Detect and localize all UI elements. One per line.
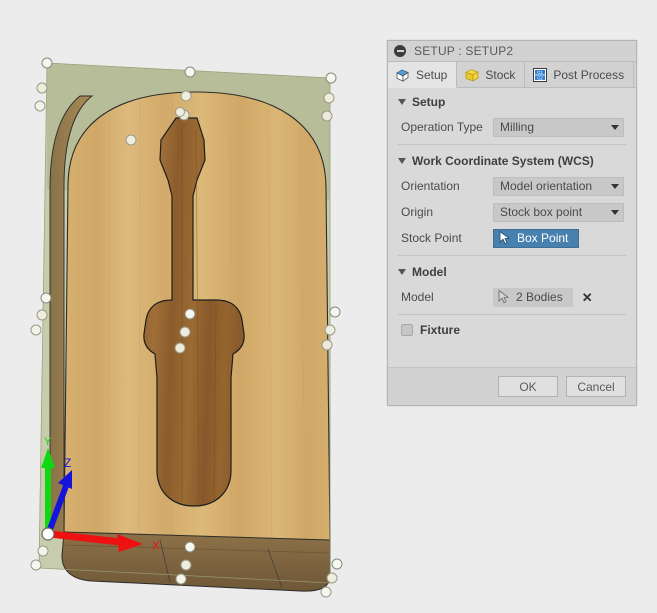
tab-post-process[interactable]: G1 G2 Post Process bbox=[525, 62, 635, 88]
dialog-title: SETUP : SETUP2 bbox=[414, 44, 514, 58]
chevron-down-icon[interactable] bbox=[611, 124, 619, 130]
section-divider-1 bbox=[398, 144, 626, 145]
operation-type-value: Milling bbox=[500, 120, 535, 134]
tab-stock[interactable]: Stock bbox=[457, 62, 526, 88]
origin-value: Stock box point bbox=[500, 205, 583, 219]
box-point-label: Box Point bbox=[517, 231, 569, 245]
model-selection-value: 2 Bodies bbox=[516, 290, 563, 304]
ok-button[interactable]: OK bbox=[498, 376, 558, 397]
section-title-model: Model bbox=[412, 265, 447, 279]
fixture-label: Fixture bbox=[420, 323, 461, 337]
orientation-value: Model orientation bbox=[500, 179, 593, 193]
section-header-wcs[interactable]: Work Coordinate System (WCS) bbox=[388, 147, 636, 173]
chevron-down-icon[interactable] bbox=[611, 209, 619, 215]
axis-label-z: Z bbox=[64, 456, 71, 470]
caret-down-icon[interactable] bbox=[398, 158, 406, 164]
section-title-wcs: Work Coordinate System (WCS) bbox=[412, 154, 594, 168]
dialog-tabs[interactable]: Setup Stock G1 G2 Post Process bbox=[388, 62, 636, 88]
dialog-body: Setup Operation Type Milling Work Coordi… bbox=[388, 88, 636, 367]
row-operation-type: Operation Type Milling bbox=[388, 114, 636, 140]
row-orientation: Orientation Model orientation bbox=[388, 173, 636, 199]
clear-model-selection-icon[interactable]: ✕ bbox=[582, 291, 593, 304]
minus-circle-icon[interactable] bbox=[394, 45, 406, 57]
cursor-arrow-icon bbox=[498, 290, 510, 304]
orientation-label: Orientation bbox=[401, 179, 460, 193]
chevron-down-icon[interactable] bbox=[611, 183, 619, 189]
operation-type-dropdown[interactable]: Milling bbox=[493, 117, 624, 137]
section-divider-2 bbox=[398, 255, 626, 256]
axis-label-x: X bbox=[152, 540, 160, 552]
model-label: Model bbox=[401, 290, 434, 304]
section-header-setup[interactable]: Setup bbox=[388, 88, 636, 114]
operation-type-label: Operation Type bbox=[401, 120, 483, 134]
model-selection-button[interactable]: 2 Bodies bbox=[493, 287, 573, 307]
stock-cube-icon bbox=[465, 69, 480, 82]
tab-setup[interactable]: Setup bbox=[388, 62, 458, 88]
row-model: Model 2 Bodies ✕ bbox=[388, 284, 636, 310]
svg-text:G1: G1 bbox=[537, 70, 543, 75]
stock-point-label: Stock Point bbox=[401, 231, 462, 245]
setup-cube-icon bbox=[396, 69, 409, 82]
tab-stock-label: Stock bbox=[485, 68, 516, 82]
origin-dropdown[interactable]: Stock box point bbox=[493, 202, 624, 222]
fixture-row[interactable]: Fixture bbox=[388, 317, 636, 345]
section-title-setup: Setup bbox=[412, 95, 446, 109]
fixture-checkbox[interactable] bbox=[401, 324, 413, 336]
caret-down-icon[interactable] bbox=[398, 99, 406, 105]
row-stock-point: Stock Point Box Point bbox=[388, 225, 636, 251]
setup-dialog[interactable]: SETUP : SETUP2 Setup Stock G1 G2 Post Pr… bbox=[387, 40, 637, 406]
box-point-button[interactable]: Box Point bbox=[493, 228, 580, 248]
row-origin: Origin Stock box point bbox=[388, 199, 636, 225]
cancel-button[interactable]: Cancel bbox=[566, 376, 626, 397]
orientation-dropdown[interactable]: Model orientation bbox=[493, 176, 624, 196]
section-divider-3 bbox=[398, 314, 626, 315]
svg-text:G2: G2 bbox=[537, 75, 543, 80]
viewport-canvas[interactable]: Y Z X bbox=[0, 0, 387, 613]
axis-label-y: Y bbox=[44, 436, 52, 448]
dialog-footer: OK Cancel bbox=[388, 367, 636, 405]
caret-down-icon[interactable] bbox=[398, 269, 406, 275]
dialog-titlebar[interactable]: SETUP : SETUP2 bbox=[388, 41, 636, 62]
tab-setup-label: Setup bbox=[416, 67, 448, 82]
tab-post-process-label: Post Process bbox=[553, 68, 625, 82]
g-code-icon: G1 G2 bbox=[533, 68, 548, 82]
3d-viewport[interactable]: Y Z X bbox=[0, 0, 387, 613]
section-header-model[interactable]: Model bbox=[388, 258, 636, 284]
origin-label: Origin bbox=[401, 205, 434, 219]
cursor-arrow-icon bbox=[499, 231, 511, 245]
